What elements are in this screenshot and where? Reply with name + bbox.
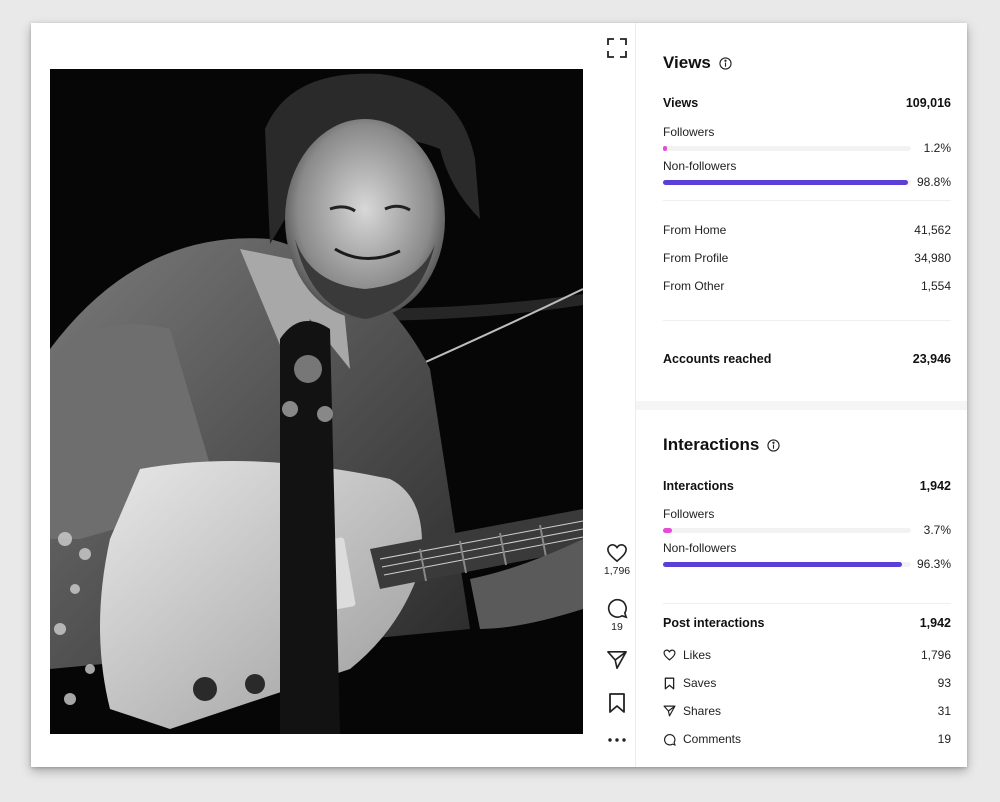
views-section-title: Views [663, 53, 732, 73]
saves-row: Saves 93 [663, 676, 951, 690]
post-interactions-value: 1,942 [919, 616, 951, 630]
views-total-value: 109,016 [905, 96, 951, 110]
interactions-nonfollowers-pct: 96.3% [916, 557, 951, 571]
divider [663, 200, 951, 201]
views-nonfollowers-fill [663, 180, 909, 185]
shares-row: Shares 31 [663, 704, 951, 718]
views-total-row: Views 109,016 [663, 96, 951, 110]
more-icon [608, 738, 626, 742]
comment-icon [607, 598, 628, 619]
views-nonfollowers-pct: 98.8% [916, 175, 951, 189]
interactions-section-title: Interactions [663, 435, 780, 455]
interactions-nonfollowers-fill [663, 562, 902, 567]
heart-icon [663, 649, 676, 661]
views-source-home: From Home 41,562 [663, 223, 951, 237]
interactions-followers-pct: 3.7% [923, 523, 951, 537]
accounts-reached-value: 23,946 [912, 352, 951, 366]
interactions-nonfollowers-bar: 96.3% [663, 557, 951, 571]
views-followers-bar: 1.2% [663, 141, 951, 155]
views-followers-fill [663, 146, 667, 151]
send-icon [607, 651, 627, 669]
interactions-total-value: 1,942 [919, 479, 951, 493]
bookmark-icon [609, 693, 625, 713]
guitarist-photo [50, 69, 583, 734]
send-icon [663, 705, 676, 717]
interactions-total-row: Interactions 1,942 [663, 479, 951, 493]
section-separator [636, 401, 967, 410]
post-photo[interactable] [50, 69, 583, 734]
post-actions: 1,796 19 [591, 23, 641, 767]
views-followers-label: Followers [663, 125, 715, 139]
interactions-followers-fill [663, 528, 673, 533]
bookmark-icon [664, 677, 675, 689]
views-nonfollowers-bar: 98.8% [663, 175, 951, 189]
info-icon[interactable] [767, 438, 780, 452]
post-interactions-row: Post interactions 1,942 [663, 616, 951, 630]
comment-icon [664, 733, 676, 746]
expand-icon[interactable] [606, 37, 628, 59]
interactions-nonfollowers-label: Non-followers [663, 541, 737, 555]
info-icon[interactable] [719, 56, 732, 70]
interactions-followers-label: Followers [663, 507, 715, 521]
views-source-profile: From Profile 34,980 [663, 251, 951, 265]
comments-row: Comments 19 [663, 732, 951, 746]
likes-row: Likes 1,796 [663, 648, 951, 662]
divider [663, 603, 951, 604]
views-source-other: From Other 1,554 [663, 279, 951, 293]
views-followers-pct: 1.2% [923, 141, 951, 155]
insights-panel: Views Views 109,016 Followers 1.2% Non-f… [636, 23, 967, 767]
heart-icon [607, 543, 627, 563]
interactions-followers-bar: 3.7% [663, 523, 951, 537]
divider [663, 320, 951, 321]
views-nonfollowers-label: Non-followers [663, 159, 737, 173]
post-insights-card: 1,796 19 Views Views 109,016 Followers 1… [31, 23, 967, 767]
accounts-reached-row: Accounts reached 23,946 [663, 352, 951, 366]
